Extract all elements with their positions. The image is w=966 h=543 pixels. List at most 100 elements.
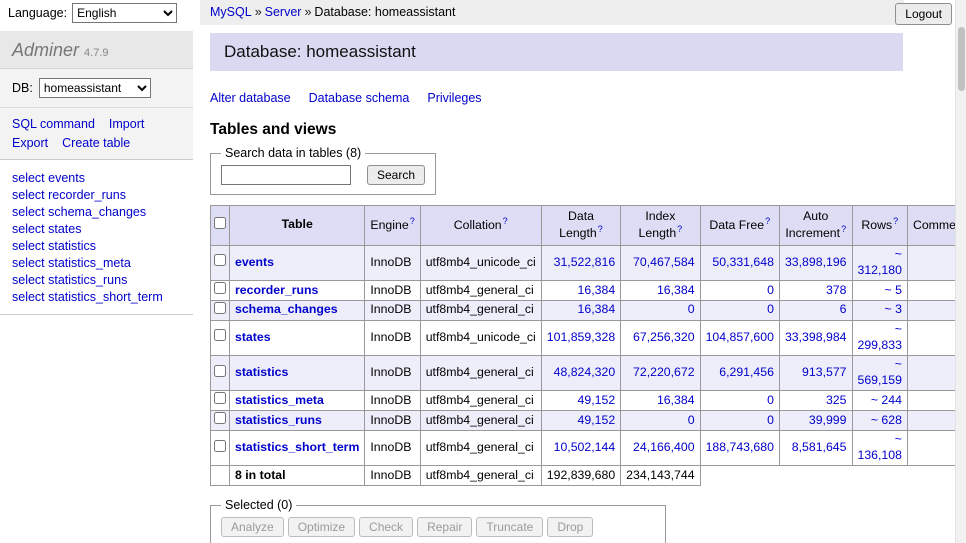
data-length-link[interactable]: 49,152 [578,393,616,407]
auto-increment-link[interactable]: 33,898,196 [785,255,847,269]
rows-link[interactable]: ~ 244 [871,393,902,407]
data-length-link[interactable]: 48,824,320 [554,365,616,379]
help-link[interactable]: ? [765,216,770,226]
auto-increment-link[interactable]: 6 [840,302,847,316]
table-name-link[interactable]: states [235,330,271,344]
table-name-link[interactable]: schema_changes [235,302,338,316]
table-name-link[interactable]: statistics_meta [235,393,324,407]
sidebar-link-sql-command[interactable]: SQL command [12,117,95,131]
index-length-link[interactable]: 67,256,320 [633,330,695,344]
help-link[interactable]: ? [503,216,508,226]
rows-link[interactable]: ~ 628 [871,413,902,427]
help-link[interactable]: ? [841,224,846,234]
data-free-link[interactable]: 104,857,600 [706,330,774,344]
check-button[interactable]: Check [359,517,413,537]
scrollbar-thumb[interactable] [958,27,965,91]
rows-link[interactable]: ~ 3 [885,302,902,316]
data-length-link[interactable]: 49,152 [578,413,616,427]
table-name-link[interactable]: recorder_runs [235,283,318,297]
table-name-link[interactable]: statistics [235,365,288,379]
index-length-link[interactable]: 0 [688,413,695,427]
help-link[interactable]: ? [893,216,898,226]
index-length-link[interactable]: 70,467,584 [633,255,695,269]
data-free-link[interactable]: 50,331,648 [712,255,774,269]
link-privileges[interactable]: Privileges [427,91,481,105]
data-free-link[interactable]: 0 [767,393,774,407]
auto-increment-link[interactable]: 913,577 [802,365,846,379]
data-free-link[interactable]: 0 [767,302,774,316]
link-database-schema[interactable]: Database schema [309,91,410,105]
sidebar-link-select-statistics[interactable]: select statistics [12,237,181,254]
sidebar-link-select-statistics-runs[interactable]: select statistics_runs [12,271,181,288]
repair-button[interactable]: Repair [417,517,472,537]
sidebar-link-create-table[interactable]: Create table [62,136,130,150]
index-length-link[interactable]: 0 [688,302,695,316]
auto-increment-link[interactable]: 325 [826,393,847,407]
table-name-link[interactable]: statistics_runs [235,413,322,427]
row-checkbox[interactable] [214,302,226,314]
auto-increment-link[interactable]: 33,398,984 [785,330,847,344]
sidebar-link-export[interactable]: Export [12,136,48,150]
db-select[interactable]: homeassistant [39,78,151,98]
data-length-link[interactable]: 101,859,328 [547,330,615,344]
data-free-cell: 0 [700,411,779,431]
auto-increment-link[interactable]: 8,581,645 [792,440,847,454]
auto-increment-link[interactable]: 378 [826,283,847,297]
row-checkbox[interactable] [214,412,226,424]
sidebar-link-select-states[interactable]: select states [12,220,181,237]
check-all-checkbox[interactable] [214,217,226,229]
table-name-link[interactable]: statistics_short_term [235,440,359,454]
rows-link[interactable]: ~ 299,833 [858,322,902,352]
row-checkbox[interactable] [214,392,226,404]
data-length-link[interactable]: 16,384 [578,302,616,316]
table-name-link[interactable]: events [235,255,274,269]
data-length-link[interactable]: 16,384 [578,283,616,297]
help-link[interactable]: ? [677,224,682,234]
data-length-link[interactable]: 10,502,144 [554,440,616,454]
rows-link[interactable]: ~ 136,108 [858,432,902,462]
data-free-link[interactable]: 0 [767,283,774,297]
index-length-link[interactable]: 24,166,400 [633,440,695,454]
data-free-link[interactable]: 6,291,456 [719,365,774,379]
scrollbar[interactable] [955,0,966,543]
help-link[interactable]: ? [410,216,415,226]
search-button[interactable]: Search [367,165,425,185]
check-cell [211,411,230,431]
sidebar-link-select-statistics-meta[interactable]: select statistics_meta [12,254,181,271]
rows-link[interactable]: ~ 569,159 [858,357,902,387]
index-length-link[interactable]: 72,220,672 [633,365,695,379]
sidebar-action-links: SQL command Import Export Create table [0,107,193,160]
sidebar-link-import[interactable]: Import [109,117,144,131]
sidebar-link-select-schema-changes[interactable]: select schema_changes [12,203,181,220]
search-legend: Search data in tables (8) [221,146,365,160]
auto-increment-link[interactable]: 39,999 [809,413,847,427]
table-name-cell: statistics_short_term [230,430,365,465]
truncate-button[interactable]: Truncate [476,517,543,537]
row-checkbox[interactable] [214,329,226,341]
data-length-link[interactable]: 31,522,816 [554,255,616,269]
search-input[interactable] [221,165,351,185]
index-length-link[interactable]: 16,384 [657,393,695,407]
row-checkbox[interactable] [214,282,226,294]
drop-button[interactable]: Drop [547,517,593,537]
data-free-link[interactable]: 188,743,680 [706,440,774,454]
row-checkbox[interactable] [214,254,226,266]
analyze-button[interactable]: Analyze [221,517,284,537]
optimize-button[interactable]: Optimize [288,517,355,537]
sidebar-link-select-recorder-runs[interactable]: select recorder_runs [12,186,181,203]
data-free-link[interactable]: 0 [767,413,774,427]
link-alter-database[interactable]: Alter database [210,91,291,105]
row-checkbox[interactable] [214,440,226,452]
help-link[interactable]: ? [598,224,603,234]
index-length-link[interactable]: 16,384 [657,283,695,297]
language-select[interactable]: English [72,3,177,23]
data-free-cell: 6,291,456 [700,355,779,390]
row-checkbox[interactable] [214,365,226,377]
rows-link[interactable]: ~ 312,180 [858,247,902,277]
sidebar-link-select-statistics-short-term[interactable]: select statistics_short_term [12,288,181,305]
rows-link[interactable]: ~ 5 [885,283,902,297]
breadcrumb-server-link[interactable]: Server [265,5,302,19]
sidebar-link-select-events[interactable]: select events [12,169,181,186]
logout-button[interactable]: Logout [895,3,952,25]
breadcrumb-mysql-link[interactable]: MySQL [210,5,252,19]
